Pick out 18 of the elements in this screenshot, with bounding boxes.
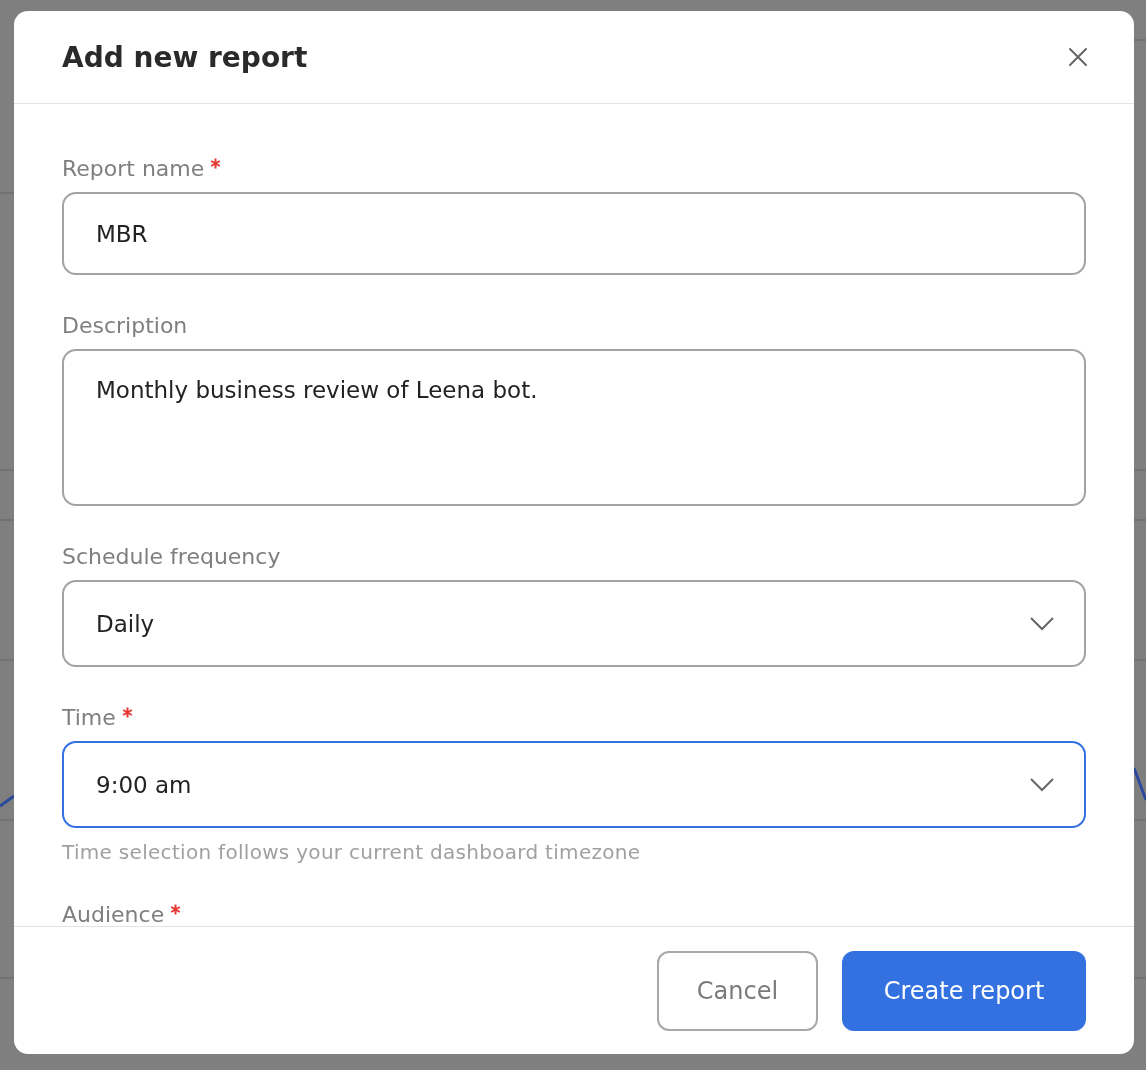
chevron-down-icon — [1030, 777, 1054, 792]
text-area[interactable]: Monthly business review of Leena bot. — [62, 349, 1086, 506]
chevron-down-icon — [1030, 616, 1054, 631]
field-label: Schedule frequency — [62, 543, 281, 571]
helper-text: Time selection follows your current dashboard timezone — [62, 840, 642, 864]
line-chart-drawing — [1132, 767, 1146, 801]
dialog-title: Add new report — [62, 40, 308, 74]
field-label: Time — [62, 704, 116, 732]
text-field[interactable]: MBR — [62, 192, 1086, 275]
create-button[interactable]: Create report — [842, 950, 1086, 1031]
dropdown[interactable]: Daily — [62, 580, 1086, 667]
close-icon[interactable] — [1068, 47, 1088, 67]
field-label: Report name — [62, 155, 205, 183]
cancel-button[interactable]: Cancel — [657, 950, 818, 1031]
field-label: Audience — [62, 901, 165, 926]
line-chart-drawing — [0, 794, 15, 808]
field-label: Description — [62, 312, 188, 340]
dropdown[interactable]: 9:00 am — [62, 741, 1086, 828]
